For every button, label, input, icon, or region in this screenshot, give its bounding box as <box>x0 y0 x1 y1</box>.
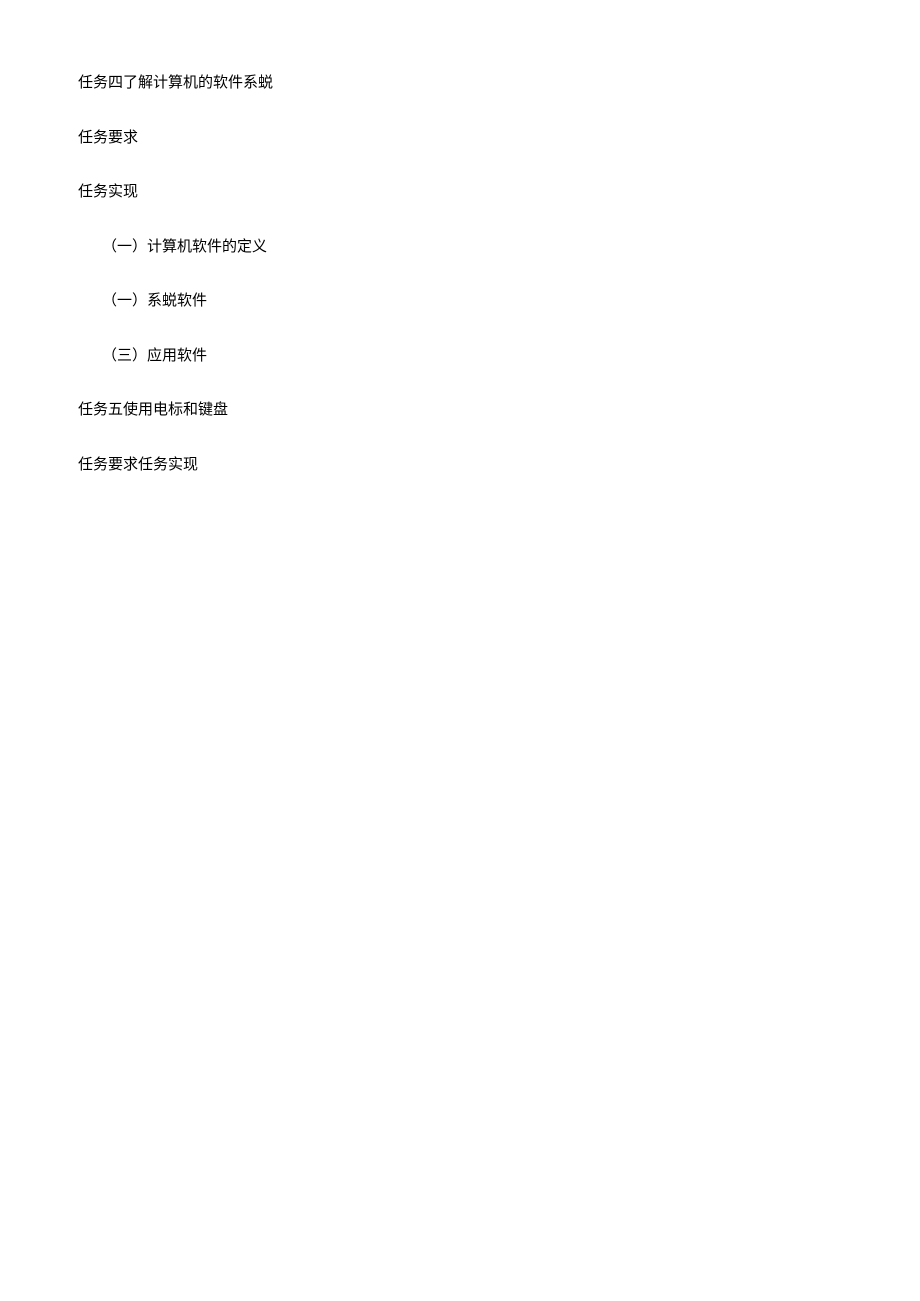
task-requirement-implementation: 任务要求任务实现 <box>78 454 842 477</box>
list-item-1: （一）计算机软件的定义 <box>78 236 842 259</box>
task5-title: 任务五使用电标和键盘 <box>78 399 842 422</box>
task-requirement-1: 任务要求 <box>78 127 842 150</box>
list-item-2: （一）系蜕软件 <box>78 290 842 313</box>
list-item-3: （三）应用软件 <box>78 345 842 368</box>
task-implementation-1: 任务实现 <box>78 181 842 204</box>
task4-title: 任务四了解计算机的软件系蜕 <box>78 72 842 95</box>
